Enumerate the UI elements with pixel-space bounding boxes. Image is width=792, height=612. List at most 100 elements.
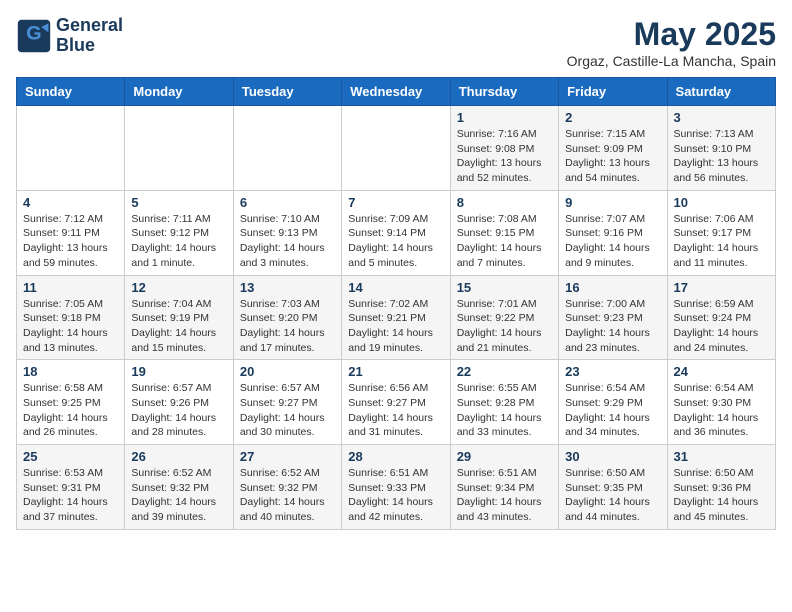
calendar-week-row: 11Sunrise: 7:05 AMSunset: 9:18 PMDayligh… xyxy=(17,275,776,360)
calendar-cell: 4 Sunrise: 7:12 AMSunset: 9:11 PMDaylight… xyxy=(17,190,125,275)
calendar-cell: 10Sunrise: 7:06 AMSunset: 9:17 PMDayligh… xyxy=(667,190,775,275)
cell-info: Sunrise: 6:56 AMSunset: 9:27 PMDaylight:… xyxy=(348,381,443,440)
cell-info: Sunrise: 6:52 AMSunset: 9:32 PMDaylight:… xyxy=(131,466,226,525)
title-area: May 2025 Orgaz, Castille-La Mancha, Spai… xyxy=(567,16,776,69)
cell-info: Sunrise: 6:54 AMSunset: 9:29 PMDaylight:… xyxy=(565,381,660,440)
cell-info: Sunrise: 6:53 AMSunset: 9:31 PMDaylight:… xyxy=(23,466,118,525)
cell-day-number: 8 xyxy=(457,195,552,210)
cell-day-number: 18 xyxy=(23,364,118,379)
cell-day-number: 25 xyxy=(23,449,118,464)
col-header-thursday: Thursday xyxy=(450,78,558,106)
cell-day-number: 11 xyxy=(23,280,118,295)
cell-day-number: 21 xyxy=(348,364,443,379)
calendar-cell: 31 Sunrise: 6:50 AMSunset: 9:36 PMDayligh… xyxy=(667,445,775,530)
cell-info: Sunrise: 6:57 AMSunset: 9:26 PMDaylight:… xyxy=(131,381,226,440)
cell-info: Sunrise: 7:08 AMSunset: 9:15 PMDaylight:… xyxy=(457,212,552,271)
cell-day-number: 5 xyxy=(131,195,226,210)
col-header-friday: Friday xyxy=(559,78,667,106)
calendar-cell: 24 Sunrise: 6:54 AMSunset: 9:30 PMDayligh… xyxy=(667,360,775,445)
cell-info: Sunrise: 7:10 AMSunset: 9:13 PMDaylight:… xyxy=(240,212,335,271)
calendar-cell xyxy=(17,106,125,191)
main-title: May 2025 xyxy=(567,16,776,53)
cell-day-number: 17 xyxy=(674,280,769,295)
cell-day-number: 22 xyxy=(457,364,552,379)
calendar-week-row: 25 Sunrise: 6:53 AMSunset: 9:31 PMDayligh… xyxy=(17,445,776,530)
cell-day-number: 4 xyxy=(23,195,118,210)
cell-day-number: 15 xyxy=(457,280,552,295)
cell-info: Sunrise: 7:01 AMSunset: 9:22 PMDaylight:… xyxy=(457,297,552,356)
calendar-cell: 23 Sunrise: 6:54 AMSunset: 9:29 PMDayligh… xyxy=(559,360,667,445)
cell-day-number: 24 xyxy=(674,364,769,379)
calendar-cell: 16 Sunrise: 7:00 AMSunset: 9:23 PMDayligh… xyxy=(559,275,667,360)
cell-info: Sunrise: 6:54 AMSunset: 9:30 PMDaylight:… xyxy=(674,381,769,440)
calendar-cell: 7 Sunrise: 7:09 AMSunset: 9:14 PMDaylight… xyxy=(342,190,450,275)
cell-day-number: 23 xyxy=(565,364,660,379)
calendar-cell: 1Sunrise: 7:16 AMSunset: 9:08 PMDaylight… xyxy=(450,106,558,191)
calendar-cell xyxy=(125,106,233,191)
calendar-cell: 22 Sunrise: 6:55 AMSunset: 9:28 PMDayligh… xyxy=(450,360,558,445)
cell-info: Sunrise: 6:50 AMSunset: 9:36 PMDaylight:… xyxy=(674,466,769,525)
cell-day-number: 28 xyxy=(348,449,443,464)
calendar-week-row: 18 Sunrise: 6:58 AMSunset: 9:25 PMDayligh… xyxy=(17,360,776,445)
cell-day-number: 10 xyxy=(674,195,769,210)
calendar-cell: 8 Sunrise: 7:08 AMSunset: 9:15 PMDaylight… xyxy=(450,190,558,275)
cell-info: Sunrise: 6:55 AMSunset: 9:28 PMDaylight:… xyxy=(457,381,552,440)
calendar-cell: 29Sunrise: 6:51 AMSunset: 9:34 PMDayligh… xyxy=(450,445,558,530)
cell-info: Sunrise: 7:02 AMSunset: 9:21 PMDaylight:… xyxy=(348,297,443,356)
cell-day-number: 9 xyxy=(565,195,660,210)
logo-icon: G xyxy=(16,18,52,54)
cell-info: Sunrise: 6:59 AMSunset: 9:24 PMDaylight:… xyxy=(674,297,769,356)
calendar-cell: 17 Sunrise: 6:59 AMSunset: 9:24 PMDayligh… xyxy=(667,275,775,360)
calendar-header-row: SundayMondayTuesdayWednesdayThursdayFrid… xyxy=(17,78,776,106)
calendar-cell: 12Sunrise: 7:04 AMSunset: 9:19 PMDayligh… xyxy=(125,275,233,360)
cell-day-number: 27 xyxy=(240,449,335,464)
cell-info: Sunrise: 6:50 AMSunset: 9:35 PMDaylight:… xyxy=(565,466,660,525)
calendar-cell: 5 Sunrise: 7:11 AMSunset: 9:12 PMDaylight… xyxy=(125,190,233,275)
cell-day-number: 2 xyxy=(565,110,660,125)
calendar-cell: 13 Sunrise: 7:03 AMSunset: 9:20 PMDayligh… xyxy=(233,275,341,360)
cell-info: Sunrise: 7:09 AMSunset: 9:14 PMDaylight:… xyxy=(348,212,443,271)
calendar-cell: 11Sunrise: 7:05 AMSunset: 9:18 PMDayligh… xyxy=(17,275,125,360)
cell-day-number: 6 xyxy=(240,195,335,210)
calendar-cell: 19 Sunrise: 6:57 AMSunset: 9:26 PMDayligh… xyxy=(125,360,233,445)
calendar-cell: 18 Sunrise: 6:58 AMSunset: 9:25 PMDayligh… xyxy=(17,360,125,445)
cell-info: Sunrise: 6:57 AMSunset: 9:27 PMDaylight:… xyxy=(240,381,335,440)
cell-info: Sunrise: 7:03 AMSunset: 9:20 PMDaylight:… xyxy=(240,297,335,356)
calendar-cell: 25 Sunrise: 6:53 AMSunset: 9:31 PMDayligh… xyxy=(17,445,125,530)
col-header-tuesday: Tuesday xyxy=(233,78,341,106)
calendar-cell: 2 Sunrise: 7:15 AMSunset: 9:09 PMDaylight… xyxy=(559,106,667,191)
cell-info: Sunrise: 6:52 AMSunset: 9:32 PMDaylight:… xyxy=(240,466,335,525)
cell-day-number: 26 xyxy=(131,449,226,464)
subtitle: Orgaz, Castille-La Mancha, Spain xyxy=(567,53,776,69)
cell-info: Sunrise: 7:12 AMSunset: 9:11 PMDaylight:… xyxy=(23,212,118,271)
cell-info: Sunrise: 6:51 AMSunset: 9:33 PMDaylight:… xyxy=(348,466,443,525)
cell-info: Sunrise: 7:00 AMSunset: 9:23 PMDaylight:… xyxy=(565,297,660,356)
cell-day-number: 13 xyxy=(240,280,335,295)
calendar-cell: 30Sunrise: 6:50 AMSunset: 9:35 PMDayligh… xyxy=(559,445,667,530)
cell-day-number: 20 xyxy=(240,364,335,379)
cell-info: Sunrise: 7:11 AMSunset: 9:12 PMDaylight:… xyxy=(131,212,226,271)
calendar-cell: 21 Sunrise: 6:56 AMSunset: 9:27 PMDayligh… xyxy=(342,360,450,445)
col-header-monday: Monday xyxy=(125,78,233,106)
calendar-cell: 20 Sunrise: 6:57 AMSunset: 9:27 PMDayligh… xyxy=(233,360,341,445)
cell-info: Sunrise: 7:07 AMSunset: 9:16 PMDaylight:… xyxy=(565,212,660,271)
calendar-cell: 15 Sunrise: 7:01 AMSunset: 9:22 PMDayligh… xyxy=(450,275,558,360)
cell-day-number: 7 xyxy=(348,195,443,210)
calendar-week-row: 4 Sunrise: 7:12 AMSunset: 9:11 PMDaylight… xyxy=(17,190,776,275)
calendar-cell: 27 Sunrise: 6:52 AMSunset: 9:32 PMDayligh… xyxy=(233,445,341,530)
calendar-cell: 6 Sunrise: 7:10 AMSunset: 9:13 PMDaylight… xyxy=(233,190,341,275)
cell-day-number: 31 xyxy=(674,449,769,464)
cell-day-number: 19 xyxy=(131,364,226,379)
calendar-cell xyxy=(342,106,450,191)
cell-info: Sunrise: 6:51 AMSunset: 9:34 PMDaylight:… xyxy=(457,466,552,525)
cell-info: Sunrise: 7:13 AMSunset: 9:10 PMDaylight:… xyxy=(674,127,769,186)
cell-day-number: 16 xyxy=(565,280,660,295)
cell-info: Sunrise: 7:16 AMSunset: 9:08 PMDaylight:… xyxy=(457,127,552,186)
cell-info: Sunrise: 7:04 AMSunset: 9:19 PMDaylight:… xyxy=(131,297,226,356)
calendar-cell: 3Sunrise: 7:13 AMSunset: 9:10 PMDaylight… xyxy=(667,106,775,191)
cell-info: Sunrise: 6:58 AMSunset: 9:25 PMDaylight:… xyxy=(23,381,118,440)
svg-text:G: G xyxy=(26,22,41,44)
cell-info: Sunrise: 7:15 AMSunset: 9:09 PMDaylight:… xyxy=(565,127,660,186)
calendar-table: SundayMondayTuesdayWednesdayThursdayFrid… xyxy=(16,77,776,530)
logo-text: General Blue xyxy=(56,16,123,56)
